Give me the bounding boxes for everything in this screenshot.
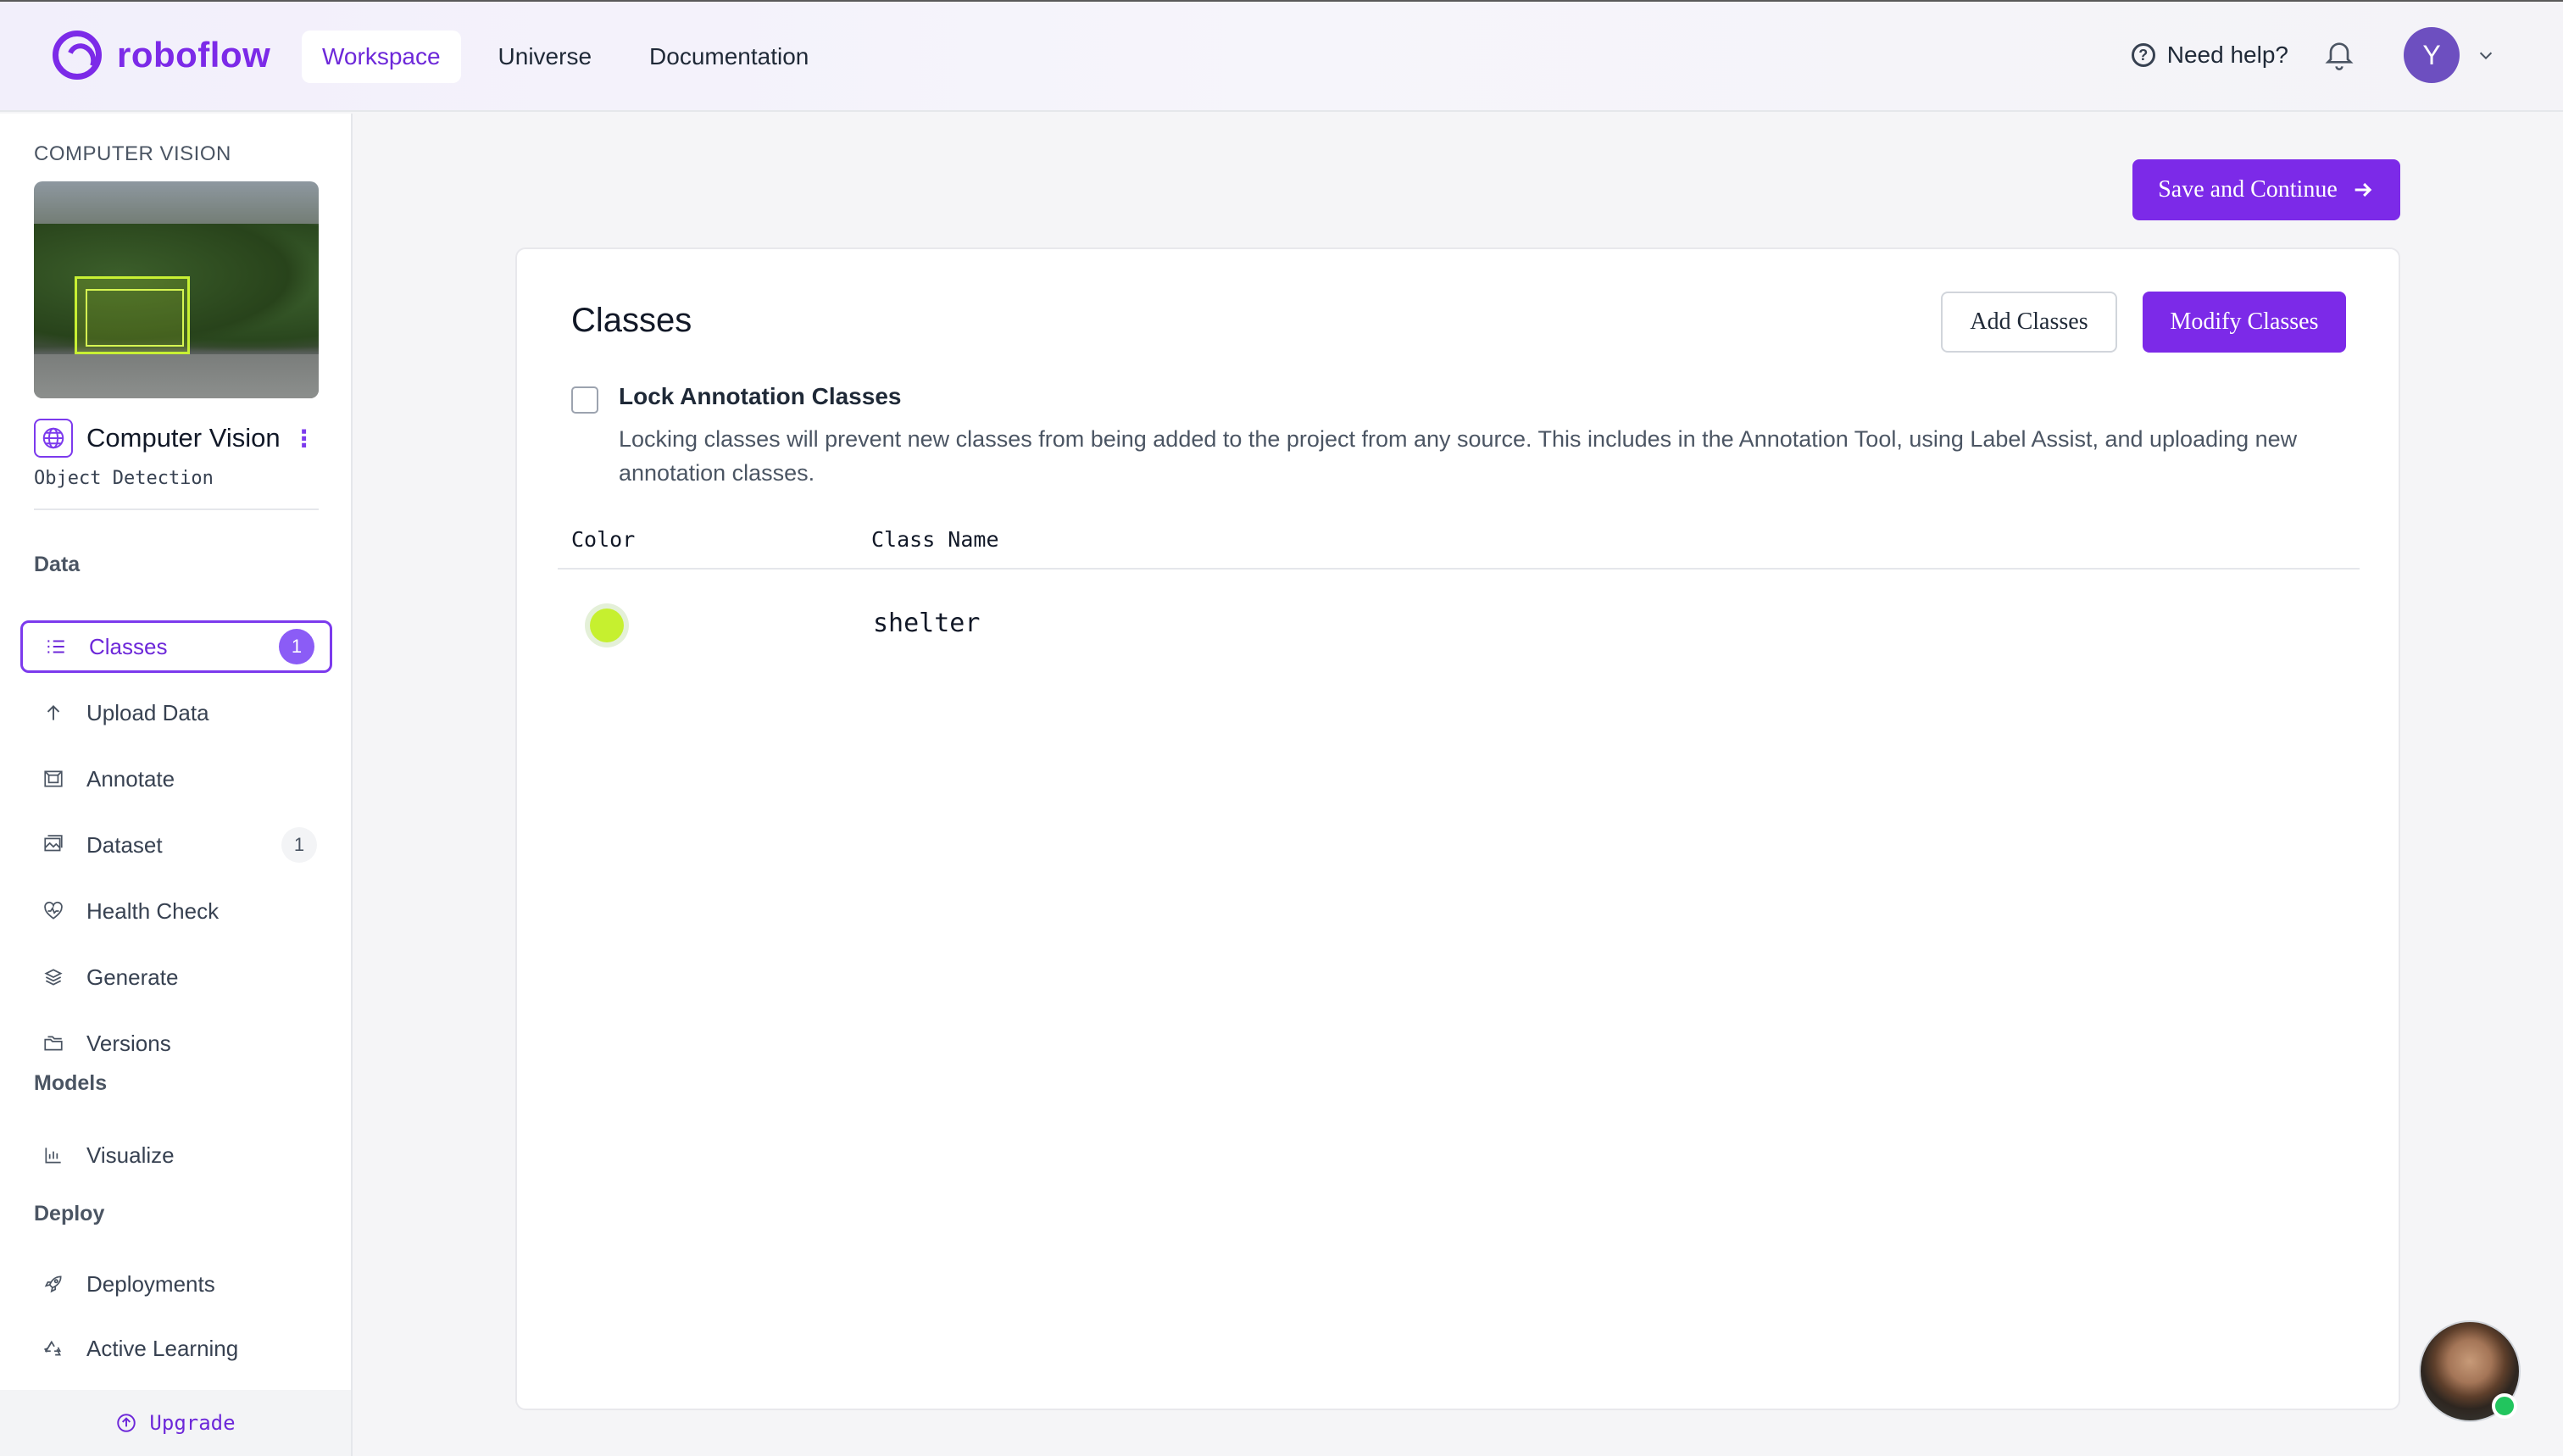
save-and-continue-button[interactable]: Save and Continue xyxy=(2132,159,2400,220)
section-title-models: Models xyxy=(34,1071,108,1095)
sidebar-item-label: Generate xyxy=(86,964,179,990)
sidebar: COMPUTER VISION Computer Vision ⋮ Object… xyxy=(0,114,353,1456)
roboflow-logo[interactable]: roboflow xyxy=(53,31,270,80)
bell-icon[interactable] xyxy=(2322,38,2356,72)
annotate-icon xyxy=(41,766,66,792)
sidebar-item-versions[interactable]: Versions xyxy=(20,1017,332,1070)
project-name: Computer Vision xyxy=(86,423,281,453)
main-nav: Workspace Universe Documentation xyxy=(302,31,829,83)
layers-icon xyxy=(41,964,66,990)
modify-classes-button[interactable]: Modify Classes xyxy=(2143,292,2346,353)
column-header-color: Color xyxy=(571,527,636,552)
rocket-icon xyxy=(41,1271,66,1297)
sidebar-item-label: Visualize xyxy=(86,1142,175,1168)
sidebar-item-deployments[interactable]: Deployments xyxy=(20,1258,332,1310)
sidebar-item-label: Active Learning xyxy=(86,1335,239,1361)
folders-icon xyxy=(41,1031,66,1056)
classes-panel: Classes Add Classes Modify Classes Lock … xyxy=(515,247,2400,1410)
images-icon xyxy=(41,832,66,858)
sidebar-item-upload-data[interactable]: Upload Data xyxy=(20,686,332,739)
sidebar-item-label: Deployments xyxy=(86,1270,215,1297)
help-label: Need help? xyxy=(2166,42,2288,68)
lock-classes-title: Lock Annotation Classes xyxy=(619,383,902,409)
sidebar-item-label: Health Check xyxy=(86,897,220,924)
upgrade-label: Upgrade xyxy=(149,1411,236,1435)
project-thumbnail[interactable] xyxy=(34,181,319,398)
divider xyxy=(34,508,319,510)
top-navbar: roboflow Workspace Universe Documentatio… xyxy=(0,0,2563,112)
tab-workspace[interactable]: Workspace xyxy=(302,31,461,83)
table-divider xyxy=(558,568,2360,570)
bounding-box xyxy=(75,276,190,354)
count-badge: 1 xyxy=(279,629,314,664)
sidebar-item-label: Upload Data xyxy=(86,699,209,725)
user-menu[interactable]: Y xyxy=(2404,27,2495,83)
sidebar-item-active-learning[interactable]: Active Learning xyxy=(20,1322,332,1375)
topbar-actions: ? Need help? Y xyxy=(2131,27,2495,83)
sidebar-item-annotate[interactable]: Annotate xyxy=(20,753,332,805)
heart-pulse-icon xyxy=(41,898,66,924)
section-title-deploy: Deploy xyxy=(34,1202,105,1225)
project-name-row: Computer Vision ⋮ xyxy=(34,419,316,458)
count-badge: 1 xyxy=(281,827,317,863)
save-label: Save and Continue xyxy=(2158,176,2338,203)
sidebar-item-label: Annotate xyxy=(86,765,175,792)
globe-icon xyxy=(34,419,73,458)
kebab-menu-icon[interactable]: ⋮ xyxy=(292,425,316,453)
sidebar-item-visualize[interactable]: Visualize xyxy=(20,1129,332,1181)
upload-circle-icon xyxy=(117,1414,136,1432)
add-classes-button[interactable]: Add Classes xyxy=(1941,292,2117,353)
sidebar-item-health-check[interactable]: Health Check xyxy=(20,885,332,937)
online-status-dot xyxy=(2492,1393,2517,1419)
help-link[interactable]: ? Need help? xyxy=(2131,42,2288,69)
project-type: Object Detection xyxy=(34,468,214,489)
sidebar-item-label: Classes xyxy=(89,633,168,659)
project-kicker: COMPUTER VISION xyxy=(34,142,231,165)
bar-chart-icon xyxy=(41,1142,66,1168)
sidebar-item-generate[interactable]: Generate xyxy=(20,951,332,1003)
page-title: Classes xyxy=(571,302,692,339)
chevron-down-icon xyxy=(2479,52,2493,60)
sidebar-item-classes[interactable]: Classes 1 xyxy=(20,620,332,673)
lock-classes-setting: Lock Annotation Classes Locking classes … xyxy=(571,383,2348,490)
tab-documentation[interactable]: Documentation xyxy=(629,31,829,83)
upgrade-button[interactable]: Upgrade xyxy=(0,1390,351,1456)
lock-classes-description: Locking classes will prevent new classes… xyxy=(619,426,2298,486)
brand-name: roboflow xyxy=(117,35,271,75)
avatar: Y xyxy=(2404,27,2460,83)
sidebar-item-dataset[interactable]: Dataset 1 xyxy=(20,819,332,871)
roboflow-logo-icon xyxy=(53,31,102,80)
class-color-swatch[interactable] xyxy=(585,603,629,647)
arrow-right-icon xyxy=(2355,182,2372,197)
sidebar-item-label: Versions xyxy=(86,1030,171,1056)
upload-arrow-icon xyxy=(41,700,66,725)
support-chat-avatar[interactable] xyxy=(2419,1320,2521,1422)
tab-universe[interactable]: Universe xyxy=(478,31,612,83)
section-title-data: Data xyxy=(34,553,81,576)
question-circle-icon: ? xyxy=(2131,43,2155,67)
recycle-icon xyxy=(41,1336,66,1361)
sidebar-item-label: Dataset xyxy=(86,831,163,858)
list-icon xyxy=(43,634,69,659)
lock-classes-checkbox[interactable] xyxy=(571,386,598,414)
class-name: shelter xyxy=(873,609,981,638)
column-header-class-name: Class Name xyxy=(871,527,999,552)
